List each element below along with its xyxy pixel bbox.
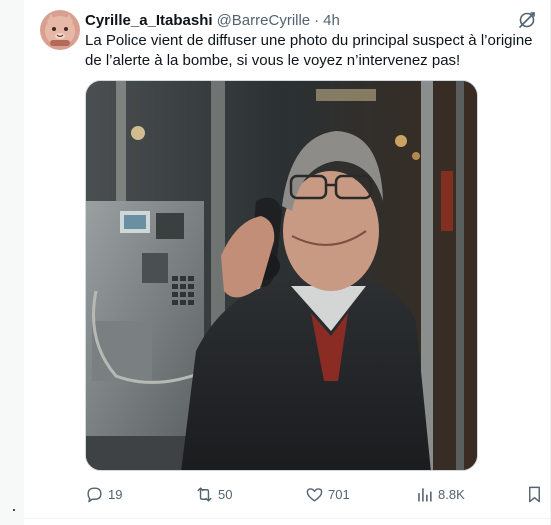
- header-separator: ·: [314, 11, 320, 29]
- retweet-button[interactable]: 50: [195, 484, 232, 504]
- avatar[interactable]: [40, 10, 80, 50]
- tweet-text: La Police vient de diffuser une photo du…: [85, 32, 533, 69]
- tweet-card[interactable]: Cyrille_a_Itabashi @BarreCyrille · 4h La…: [24, 0, 551, 525]
- tweet-photo[interactable]: [85, 80, 478, 471]
- grok-icon[interactable]: [517, 10, 537, 30]
- reply-button[interactable]: 19: [85, 484, 122, 504]
- bookmark-icon: [529, 486, 540, 502]
- display-name[interactable]: Cyrille_a_Itabashi: [85, 12, 213, 29]
- heart-icon: [306, 487, 323, 502]
- reply-count: 19: [108, 486, 123, 502]
- user-handle[interactable]: @BarreCyrille: [217, 12, 311, 29]
- tweet-divider: [24, 518, 551, 519]
- gutter-dot: [13, 509, 15, 511]
- tweet-actions: 19 50 701 8.8K: [85, 484, 547, 504]
- retweet-count: 50: [218, 486, 233, 502]
- left-gutter: [0, 0, 24, 525]
- retweet-icon: [197, 486, 212, 502]
- like-button[interactable]: 701: [305, 484, 350, 504]
- views-chart-icon: [418, 487, 432, 502]
- views-button[interactable]: 8.8K: [415, 484, 465, 504]
- tweet-header: Cyrille_a_Itabashi @BarreCyrille · 4h: [85, 11, 340, 29]
- views-count: 8.8K: [438, 486, 465, 502]
- bookmark-button[interactable]: [525, 484, 544, 504]
- timestamp[interactable]: 4h: [323, 12, 340, 29]
- like-count: 701: [328, 486, 350, 502]
- reply-icon: [87, 486, 102, 502]
